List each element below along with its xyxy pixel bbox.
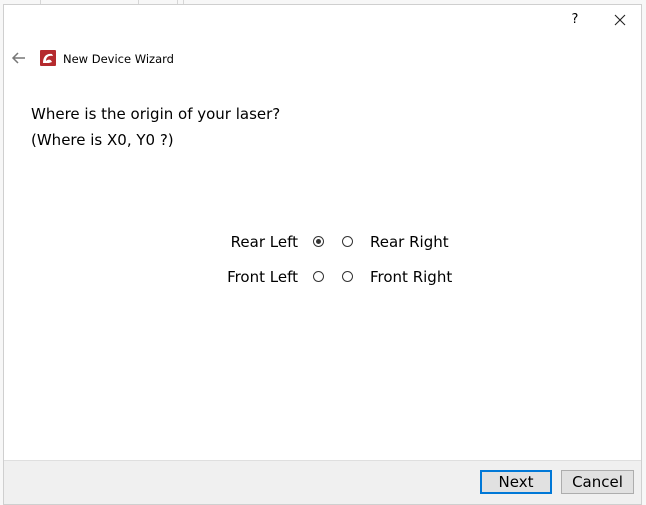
question-line-2: (Where is X0, Y0 ?) [31,131,174,149]
rear-left-radio[interactable] [313,236,324,247]
option-row-front: Front Left Front Right [4,266,643,290]
new-device-wizard-dialog: ? New Device Wizard Where is the origin … [3,4,642,505]
back-arrow-icon [11,52,25,64]
wizard-header: New Device Wizard [4,45,641,73]
button-bar: Next Cancel [4,460,641,504]
close-button[interactable] [610,10,630,30]
rear-right-radio[interactable] [342,236,353,247]
origin-question: Where is the origin of your laser? (Wher… [31,101,280,153]
wizard-title: New Device Wizard [63,52,174,66]
rear-right-label: Rear Right [370,233,449,251]
help-button[interactable]: ? [566,11,584,29]
front-left-label: Front Left [227,268,298,286]
app-logo-icon [40,50,56,66]
front-right-label: Front Right [370,268,453,286]
option-row-rear: Rear Left Rear Right [4,231,643,255]
question-line-1: Where is the origin of your laser? [31,105,281,123]
title-bar: ? [4,5,641,35]
cancel-button[interactable]: Cancel [561,470,634,494]
front-right-radio[interactable] [342,271,353,282]
rear-left-label: Rear Left [230,233,298,251]
close-icon [614,14,626,26]
back-button[interactable] [10,49,28,67]
next-button[interactable]: Next [480,470,552,494]
front-left-radio[interactable] [313,271,324,282]
